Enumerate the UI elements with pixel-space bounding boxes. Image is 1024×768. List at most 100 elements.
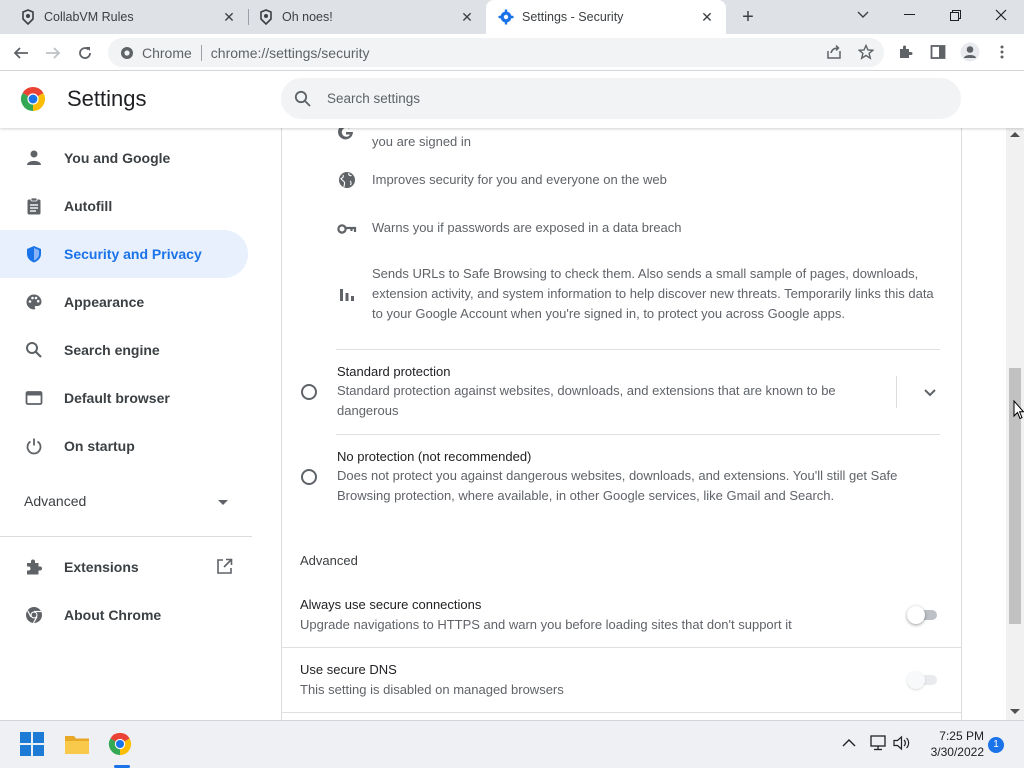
advanced-section-heading: Advanced [300, 553, 358, 568]
tab-oh-noes[interactable]: Oh noes! ✕ [238, 0, 486, 34]
search-icon [24, 340, 44, 360]
open-in-new-icon [216, 558, 233, 578]
site-label: Chrome [142, 44, 192, 61]
collabvm-icon [20, 9, 36, 25]
page-title: Settings [67, 86, 147, 111]
sidebar-item-label: On startup [64, 438, 135, 454]
sidebar-item-extensions[interactable]: Extensions [0, 543, 248, 591]
sidebar-item-default-browser[interactable]: Default browser [0, 374, 248, 422]
standard-protection-title: Standard protection [337, 364, 451, 379]
tab-collabvm-rules[interactable]: CollabVM Rules ✕ [0, 0, 248, 34]
windows-start-icon[interactable] [20, 732, 46, 758]
sidebar-item-search-engine[interactable]: Search engine [0, 326, 248, 374]
chrome-site-icon [120, 46, 134, 60]
address-bar[interactable]: Chrome chrome://settings/security [108, 38, 884, 67]
tab-title: Oh noes! [282, 10, 333, 24]
feature-line: extension activity, and system informati… [372, 286, 934, 301]
search-icon [293, 89, 313, 109]
google-g-icon [336, 128, 356, 140]
profile-avatar[interactable] [958, 40, 982, 64]
url-text[interactable]: chrome://settings/security [211, 45, 370, 61]
scroll-up-arrow[interactable] [1010, 132, 1020, 137]
secure-connections-desc: Upgrade navigations to HTTPS and warn yo… [300, 617, 792, 632]
settings-header: Settings Search settings [0, 71, 1024, 128]
feature-text: Improves security for you and everyone o… [372, 172, 667, 187]
standard-protection-desc: Standard protection against websites, do… [337, 383, 836, 418]
tab-strip: CollabVM Rules ✕ Oh noes! ✕ Settings - S… [0, 0, 1024, 34]
secure-dns-toggle[interactable] [907, 671, 937, 689]
browser-icon [24, 388, 44, 408]
secure-dns-desc: This setting is disabled on managed brow… [300, 682, 564, 697]
secure-connections-toggle[interactable] [907, 606, 937, 624]
search-settings-field[interactable]: Search settings [281, 78, 961, 119]
bookmark-star-icon[interactable] [854, 40, 878, 64]
chrome-menu-icon[interactable] [990, 40, 1014, 64]
close-tab-icon[interactable]: ✕ [458, 8, 476, 26]
chrome-outline-icon [24, 605, 44, 625]
standard-protection-radio[interactable] [301, 384, 317, 400]
toggle-knob [907, 606, 925, 624]
sidebar-item-label: Appearance [64, 294, 145, 310]
chevron-down-icon[interactable] [218, 500, 228, 505]
secure-dns-title: Use secure DNS [300, 662, 397, 677]
notification-badge[interactable]: 1 [988, 737, 1004, 753]
share-icon[interactable] [822, 40, 846, 64]
no-protection-radio[interactable] [301, 469, 317, 485]
extensions-puzzle-icon[interactable] [894, 40, 918, 64]
sidebar-item-appearance[interactable]: Appearance [0, 278, 248, 326]
feature-text: Sends URLs to Safe Browsing to check the… [372, 264, 934, 324]
sidebar-item-label: You and Google [64, 150, 171, 166]
tab-settings-security[interactable]: Settings - Security ✕ [486, 0, 726, 34]
show-hidden-icons-chevron-icon[interactable] [842, 736, 856, 751]
feature-line: to your Google Account when you're signe… [372, 306, 845, 321]
sidebar-item-you-and-google[interactable]: You and Google [0, 134, 248, 182]
close-tab-icon[interactable]: ✕ [220, 8, 238, 26]
sidebar-item-label: Security and Privacy [64, 246, 202, 262]
forward-button[interactable] [40, 40, 66, 66]
tab-search-dropdown-icon[interactable] [840, 0, 886, 30]
mouse-cursor-icon [1013, 399, 1024, 425]
scroll-down-arrow[interactable] [1010, 709, 1020, 714]
file-explorer-icon[interactable] [64, 732, 90, 758]
chrome-taskbar-icon[interactable] [108, 732, 134, 758]
network-icon[interactable] [868, 735, 888, 754]
sidebar-advanced-toggle[interactable]: Advanced [24, 493, 86, 509]
back-button[interactable] [8, 40, 34, 66]
divider [282, 712, 961, 713]
search-input[interactable]: Search settings [327, 91, 420, 106]
chevron-down-icon [924, 389, 936, 397]
new-tab-button[interactable]: + [736, 6, 760, 28]
minimize-button[interactable] [886, 0, 932, 30]
windows-taskbar: 7:25 PM 3/30/2022 [0, 720, 1024, 768]
close-window-button[interactable] [978, 0, 1024, 30]
key-icon [337, 222, 357, 240]
clock-date: 3/30/2022 [930, 745, 984, 759]
sidebar-item-on-startup[interactable]: On startup [0, 422, 248, 470]
power-icon [24, 436, 44, 456]
feature-text: you are signed in [372, 134, 472, 149]
sidebar-item-label: Search engine [64, 342, 160, 358]
close-tab-icon[interactable]: ✕ [698, 8, 716, 26]
sidebar-item-label: Default browser [64, 390, 170, 406]
sidebar-item-autofill[interactable]: Autofill [0, 182, 248, 230]
omnibox-separator [200, 44, 202, 61]
taskbar-clock[interactable]: 7:25 PM 3/30/2022 [918, 728, 984, 760]
toggle-knob [907, 671, 925, 689]
expand-standard-button[interactable] [922, 386, 938, 398]
chrome-logo [20, 86, 46, 112]
reload-button[interactable] [72, 40, 98, 66]
person-icon [24, 148, 44, 168]
divider [282, 647, 961, 648]
collabvm-icon [258, 9, 274, 25]
settings-gear-icon [498, 9, 514, 25]
sidebar-item-label: Extensions [64, 559, 139, 575]
volume-icon[interactable] [893, 735, 911, 754]
sidebar-item-about-chrome[interactable]: About Chrome [0, 591, 248, 639]
sidebar-item-security-and-privacy[interactable]: Security and Privacy [0, 230, 248, 278]
restore-button[interactable] [932, 0, 978, 30]
browser-toolbar: Chrome chrome://settings/security [0, 34, 1024, 71]
sidebar-item-label: Autofill [64, 198, 113, 214]
sidebar-divider [0, 536, 252, 537]
side-panel-icon[interactable] [926, 40, 950, 64]
globe-icon [338, 171, 356, 194]
